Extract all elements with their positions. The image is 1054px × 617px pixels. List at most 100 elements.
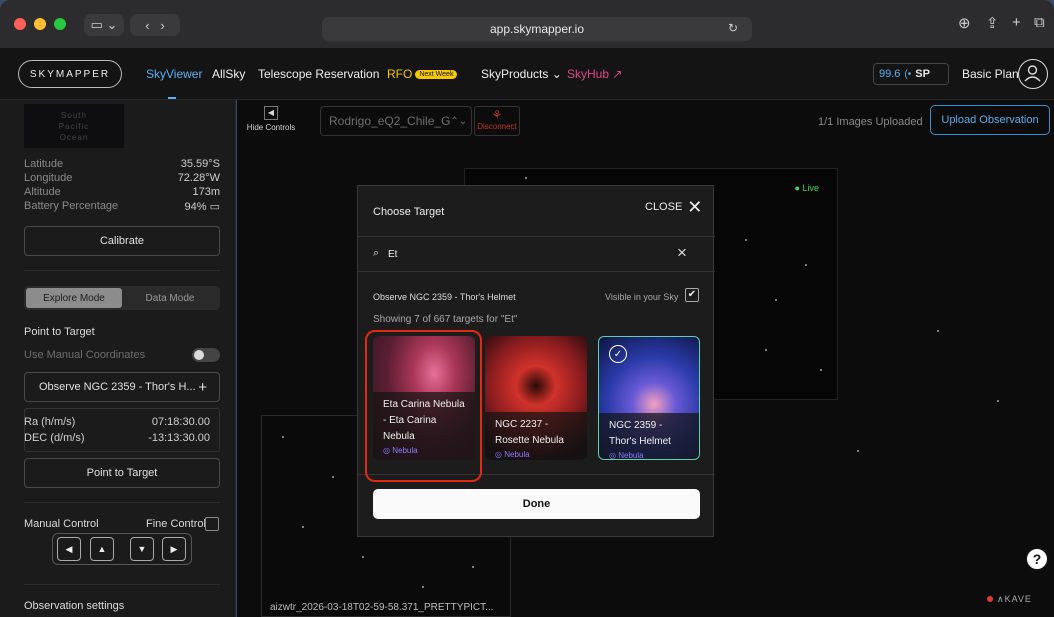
nav-skyproducts[interactable]: SkyProducts ⌄ [481,67,562,81]
stat-label: Longitude [24,172,73,184]
target-card-thors-helmet[interactable]: ✓ NGC 2359 - Thor's Helmet ◎ Nebula [598,336,700,460]
point-to-target-button[interactable]: Point to Target [24,458,220,488]
search-input[interactable] [388,246,588,262]
user-avatar-icon[interactable] [1018,59,1048,89]
select-chevron-icon: ⌃⌄ [450,115,468,127]
sp-label: SP [915,68,930,80]
nav-skyhub-label: SkyHub [567,67,610,81]
status-dot [987,596,993,602]
battery-row: Battery Percentage 94% ▭ [24,200,220,213]
star [362,556,364,558]
stat-value: 173m [192,186,220,198]
map-label: South [61,111,87,120]
move-down-button[interactable]: ▼ [130,537,154,561]
skymapper-logo[interactable]: SKYMAPPER [18,60,122,88]
coordinates-box [24,408,220,452]
calibrate-button[interactable]: Calibrate [24,226,220,256]
star [525,177,527,179]
observation-settings-label[interactable]: Observation settings [24,600,124,612]
card-name: NGC 2237 - Rosette Nebula [495,419,564,446]
ra-label: Ra (h/m/s) [24,416,76,428]
map-label: Pacific [58,122,90,131]
plus-icon: + [198,378,207,396]
hide-controls-button[interactable]: ◀ Hide Controls [245,106,297,132]
browser-toolbar: ▭ ⌄ ‹ › ⎙ app.skymapper.io ↻ ⊕ ⇪ + ⧉ [0,0,1054,48]
star [937,330,939,332]
next-week-badge: Next Week [415,70,458,79]
done-button[interactable]: Done [373,489,700,519]
visible-filter-label: Visible in your Sky [605,292,679,302]
fine-control-label: Fine Control [146,518,206,530]
control-sidebar: South Pacific Ocean Latitude 35.59°S Long… [0,100,236,617]
move-left-button[interactable]: ◀ [57,537,81,561]
upload-observation-button[interactable]: Upload Observation [930,105,1050,135]
sp-value: 99.6 [879,68,901,80]
sp-balance[interactable]: 99.6 (• SP [873,63,949,85]
nav-allsky[interactable]: AllSky [212,67,245,81]
latitude-row: Latitude 35.59°S [24,158,220,170]
disconnect-button[interactable]: ⚘ Disconnect [474,106,520,136]
search-bar: ⌕ × [358,236,715,272]
close-icon: ✕ [687,197,703,217]
star [805,264,807,266]
manual-coords-label: Use Manual Coordinates [24,349,146,361]
close-window-button[interactable] [14,18,26,30]
close-modal-button[interactable]: CLOSE ✕ [645,197,703,217]
clear-search-icon[interactable]: × [677,243,687,263]
back-forward-buttons[interactable]: ‹ › [130,14,180,36]
maximize-window-button[interactable] [54,18,66,30]
fine-control-checkbox[interactable] [205,517,219,531]
results-count: Showing 7 of 667 targets for "Et" [373,314,518,325]
telescope-select[interactable]: Rodrigo_eQ2_Chile_G ⌃⌄ [320,106,472,136]
address-bar[interactable]: app.skymapper.io ↻ [322,17,752,41]
map-label: Ocean [59,133,89,142]
live-indicator: ● Live [794,183,819,193]
explore-mode-tab[interactable]: Explore Mode [26,288,122,308]
nav-skyviewer[interactable]: SkyViewer [146,67,202,81]
visible-filter-checkbox[interactable]: ✔ [685,288,699,302]
card-type-label: Nebula [504,450,530,459]
tabs-overview-icon[interactable]: ⧉ [1034,14,1045,31]
arrow-down-icon: ▼ [137,544,147,554]
altitude-row: Altitude 173m [24,186,220,198]
manual-coords-toggle[interactable] [192,348,220,362]
disconnect-label: Disconnect [477,122,517,131]
data-mode-tab[interactable]: Data Mode [122,288,218,308]
arrow-up-icon: ▲ [97,544,107,554]
modal-title: Choose Target [373,206,445,218]
nav-rfo-label: RFO [387,67,413,81]
star [332,476,334,478]
target-select[interactable]: Observe NGC 2359 - Thor's H... + [24,372,220,402]
star [422,586,424,588]
plan-label[interactable]: Basic Plan [962,67,1019,81]
stat-label: Altitude [24,186,61,198]
nav-skyhub[interactable]: SkyHub ↗ [567,67,622,81]
toggle-knob [194,350,204,360]
new-tab-icon[interactable]: + [1012,14,1021,31]
chevron-down-icon: ⌄ [551,67,562,81]
download-icon[interactable]: ⊕ [958,14,971,32]
ra-value: 07:18:30.00 [151,416,210,428]
stat-value: 35.59°S [180,158,220,170]
arrow-left-icon: ◀ [65,543,73,554]
minimize-window-button[interactable] [34,18,46,30]
star [302,526,304,528]
longitude-row: Longitude 72.28°W [24,172,220,184]
reload-icon[interactable]: ↻ [728,21,738,35]
dec-value: -13:13:30.00 [148,432,210,444]
target-card-rosette[interactable]: NGC 2237 - Rosette Nebula ◎ Nebula [485,336,587,460]
nav-rfo[interactable]: RFO Next Week [387,67,458,81]
help-icon[interactable]: ? [1025,547,1049,571]
share-icon[interactable]: ⇪ [986,14,999,32]
move-right-button[interactable]: ▶ [162,537,186,561]
akave-mark: ∧KAVE [997,593,1032,604]
sidebar-toggle-button[interactable]: ▭ ⌄ [84,14,124,36]
nav-telescope-reservation[interactable]: Telescope Reservation [258,67,379,81]
card-label: NGC 2237 - Rosette Nebula ◎ Nebula [485,412,587,460]
sp-coin-icon: (• [904,68,912,80]
star [472,566,474,568]
move-up-button[interactable]: ▲ [90,537,114,561]
star [997,400,999,402]
current-target-title: Observe NGC 2359 - Thor's Helmet [373,292,516,302]
star [765,349,767,351]
